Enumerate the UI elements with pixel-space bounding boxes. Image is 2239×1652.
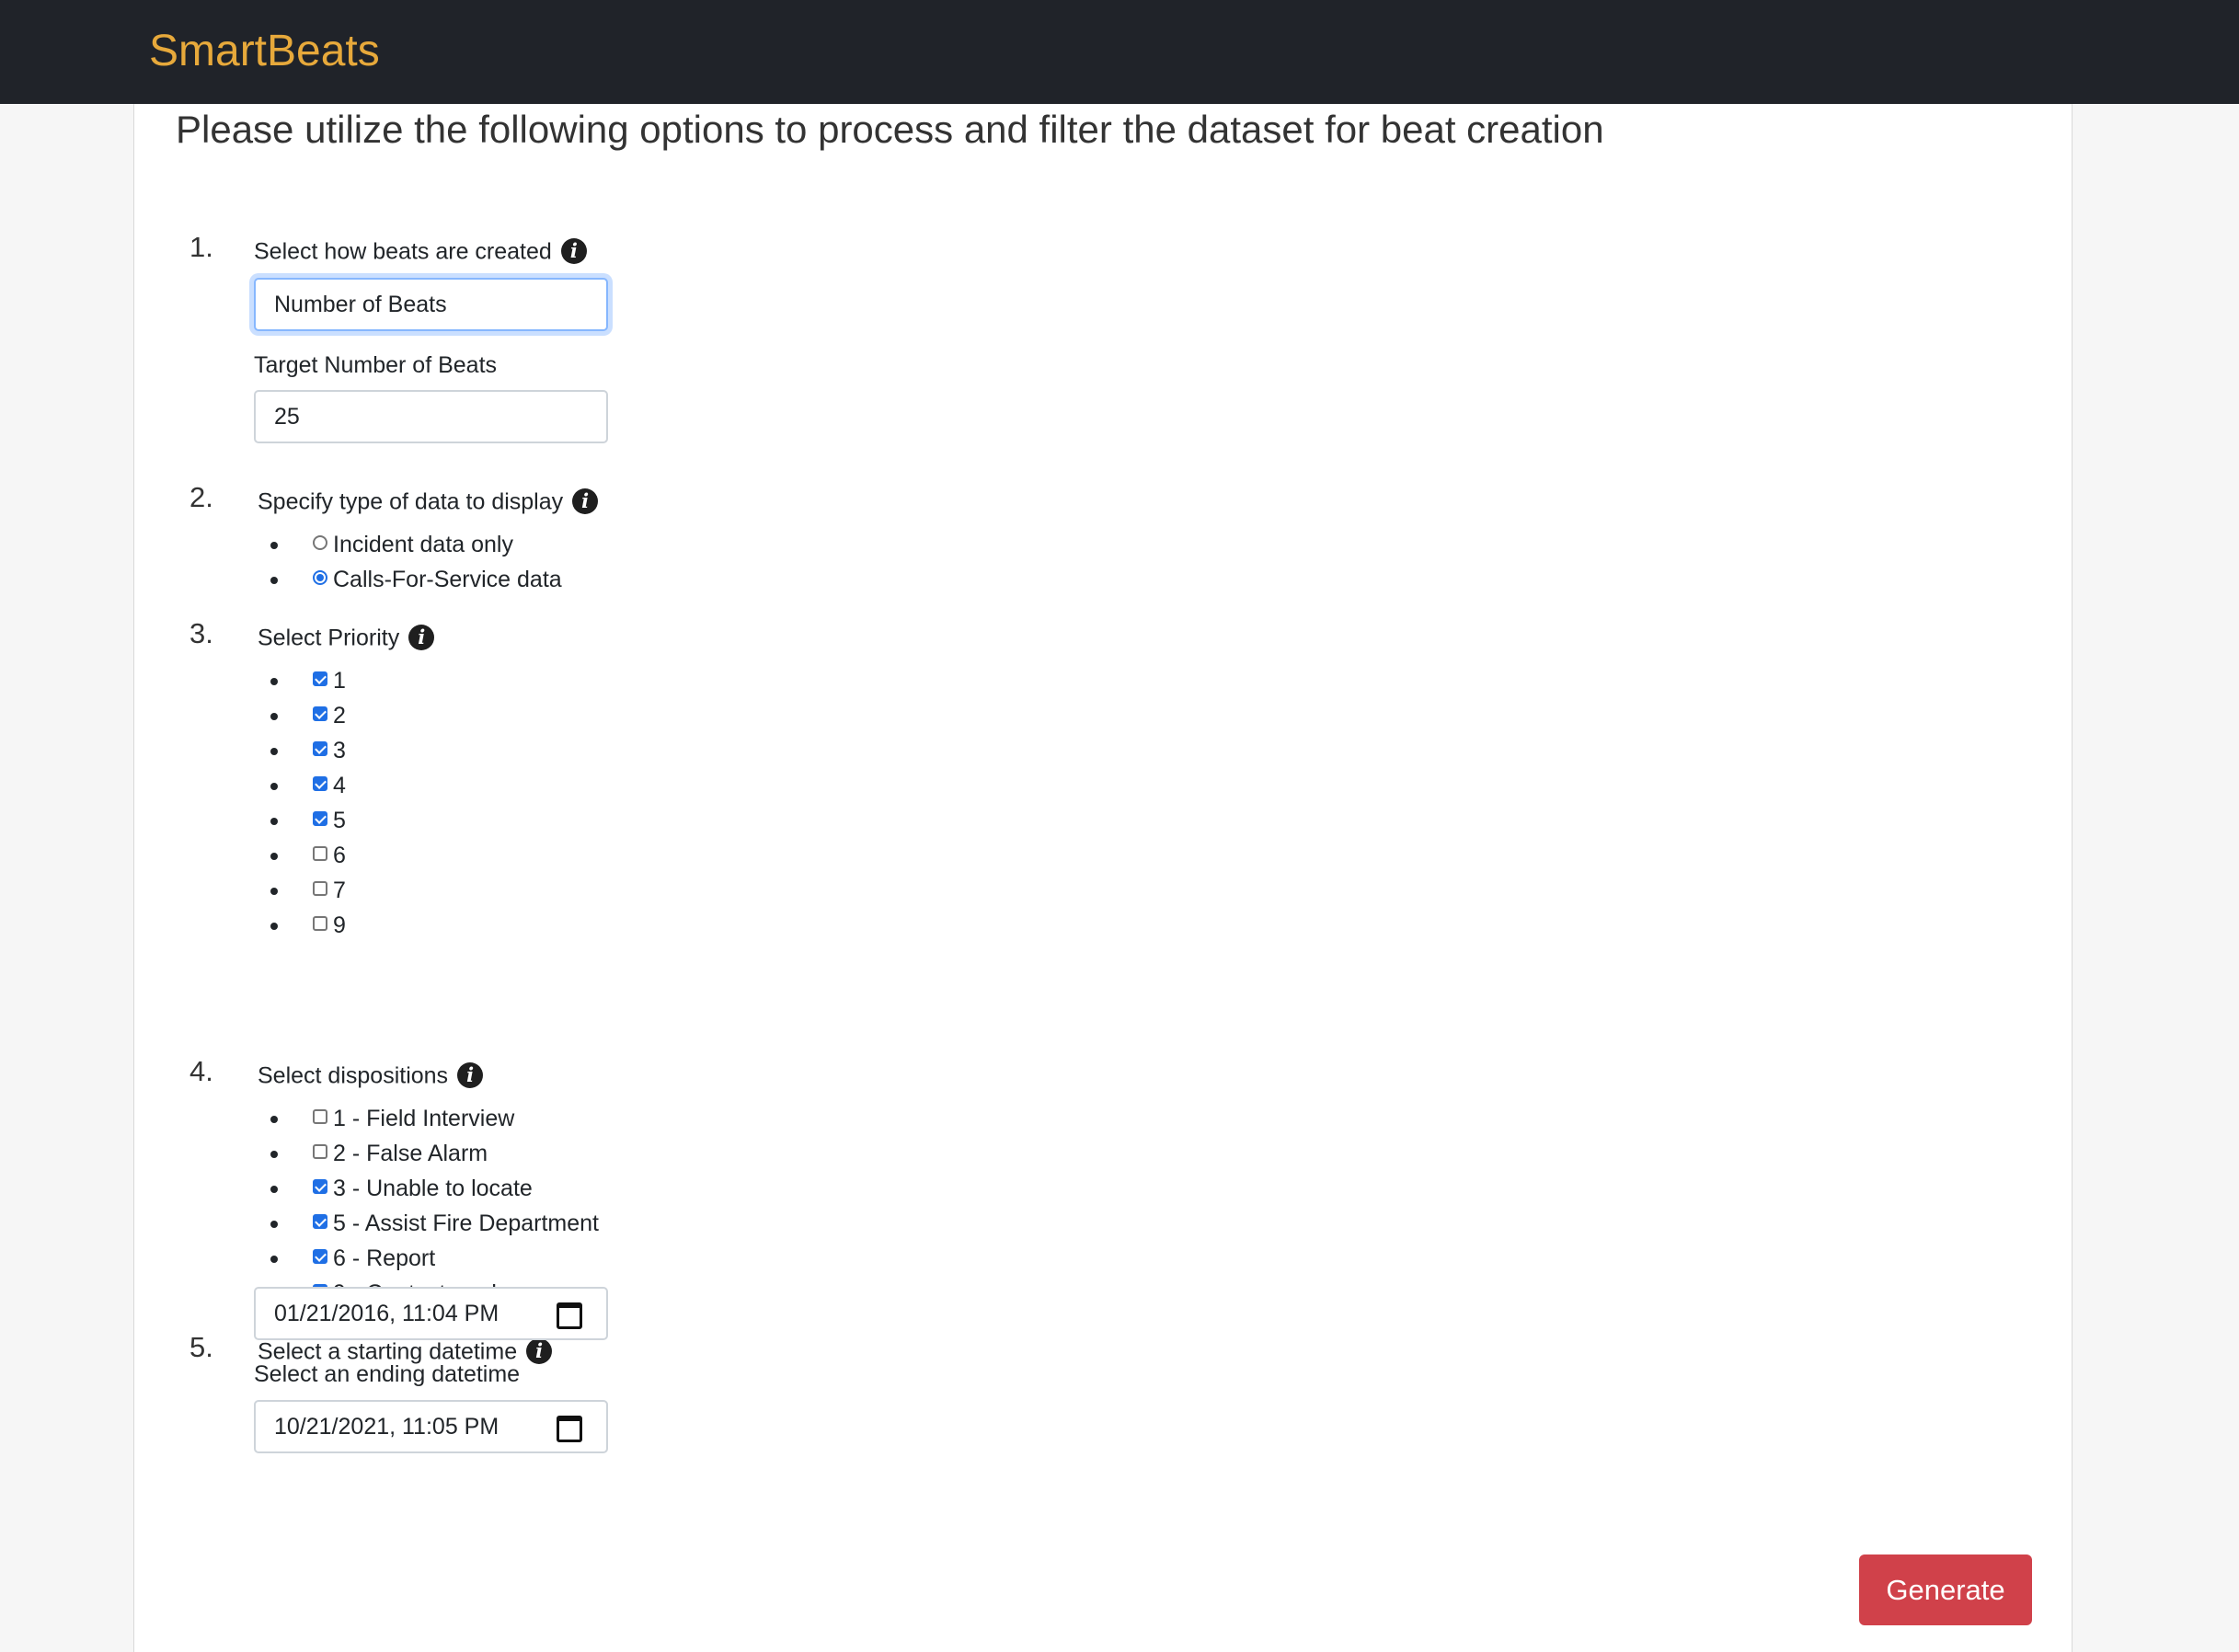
list-item[interactable]: Incident data only bbox=[267, 527, 562, 562]
end-datetime-label: Select an ending datetime bbox=[254, 1361, 521, 1387]
list-item[interactable]: 5 bbox=[267, 803, 346, 838]
radio-calls-for-service[interactable] bbox=[313, 570, 327, 586]
checkbox-label: 4 bbox=[333, 773, 346, 798]
list-item[interactable]: 7 bbox=[267, 873, 346, 908]
step-5-number: 5. bbox=[189, 1331, 213, 1363]
radio-label: Incident data only bbox=[333, 532, 513, 557]
step-3-label: Select Priority i bbox=[258, 622, 435, 652]
priority-checkbox[interactable] bbox=[313, 776, 327, 792]
end-datetime-input[interactable]: 10/21/2021, 11:05 PM bbox=[254, 1400, 608, 1453]
step-1-label: Select how beats are created i bbox=[254, 235, 587, 266]
info-icon[interactable]: i bbox=[457, 1062, 484, 1089]
list-item[interactable]: 6 bbox=[267, 838, 346, 873]
priority-checkbox-list: 1 2 3 4 5 6 7 9 bbox=[267, 663, 346, 943]
checkbox-label: 3 bbox=[333, 738, 346, 763]
list-item[interactable]: 4 bbox=[267, 768, 346, 803]
step-4-number: 4. bbox=[189, 1055, 213, 1087]
brand-logo[interactable]: SmartBeats bbox=[149, 24, 380, 79]
list-item[interactable]: 2 - False Alarm bbox=[267, 1136, 599, 1171]
priority-checkbox[interactable] bbox=[313, 671, 327, 687]
disposition-checkbox-list: 1 - Field Interview 2 - False Alarm 3 - … bbox=[267, 1101, 599, 1311]
info-icon[interactable]: i bbox=[526, 1338, 553, 1365]
info-icon[interactable]: i bbox=[572, 488, 599, 515]
checkbox-label: 9 bbox=[333, 912, 346, 938]
list-item[interactable]: 9 bbox=[267, 908, 346, 943]
step-1-label-text: Select how beats are created bbox=[254, 238, 552, 265]
target-beats-input[interactable]: 25 bbox=[254, 390, 608, 443]
checkbox-label: 5 - Assist Fire Department bbox=[333, 1210, 599, 1236]
priority-checkbox[interactable] bbox=[313, 881, 327, 897]
radio-label: Calls-For-Service data bbox=[333, 567, 562, 592]
end-datetime-value: 10/21/2021, 11:05 PM bbox=[274, 1414, 499, 1440]
priority-checkbox[interactable] bbox=[313, 706, 327, 722]
step-2-number: 2. bbox=[189, 481, 213, 513]
navbar: SmartBeats bbox=[0, 0, 2239, 104]
checkbox-label: 7 bbox=[333, 878, 346, 903]
checkbox-label: 2 - False Alarm bbox=[333, 1141, 488, 1166]
calendar-icon[interactable] bbox=[557, 1416, 582, 1442]
info-icon[interactable]: i bbox=[408, 625, 435, 651]
list-item[interactable]: 1 - Field Interview bbox=[267, 1101, 599, 1136]
step-4-label: Select dispositions i bbox=[258, 1060, 484, 1090]
list-item[interactable]: 3 - Unable to locate bbox=[267, 1171, 599, 1206]
checkbox-label: 5 bbox=[333, 808, 346, 833]
disposition-checkbox[interactable] bbox=[313, 1179, 327, 1195]
priority-checkbox[interactable] bbox=[313, 846, 327, 862]
options-panel: Please utilize the following options to … bbox=[133, 104, 2073, 1652]
checkbox-label: 1 - Field Interview bbox=[333, 1106, 515, 1131]
step-3-number: 3. bbox=[189, 617, 213, 649]
list-item[interactable]: 5 - Assist Fire Department bbox=[267, 1206, 599, 1241]
disposition-checkbox[interactable] bbox=[313, 1109, 327, 1125]
checkbox-label: 3 - Unable to locate bbox=[333, 1176, 533, 1201]
checkbox-label: 6 bbox=[333, 843, 346, 868]
disposition-checkbox[interactable] bbox=[313, 1144, 327, 1160]
list-item[interactable]: 1 bbox=[267, 663, 346, 698]
target-beats-label: Target Number of Beats bbox=[254, 352, 498, 378]
disposition-checkbox[interactable] bbox=[313, 1214, 327, 1230]
generate-button[interactable]: Generate bbox=[1859, 1554, 2032, 1625]
radio-incident[interactable] bbox=[313, 535, 327, 551]
checkbox-label: 1 bbox=[333, 668, 346, 694]
data-type-radio-list: Incident data only Calls-For-Service dat… bbox=[267, 527, 562, 597]
calendar-icon[interactable] bbox=[557, 1302, 582, 1329]
start-datetime-input[interactable]: 01/21/2016, 11:04 PM bbox=[254, 1287, 608, 1340]
list-item[interactable]: Calls-For-Service data bbox=[267, 562, 562, 597]
checkbox-label: 6 - Report bbox=[333, 1245, 436, 1271]
list-item[interactable]: 3 bbox=[267, 733, 346, 768]
list-item[interactable]: 6 - Report bbox=[267, 1241, 599, 1276]
step-2-label: Specify type of data to display i bbox=[258, 486, 599, 516]
start-datetime-value: 01/21/2016, 11:04 PM bbox=[274, 1301, 499, 1326]
beat-method-select[interactable]: Number of Beats bbox=[254, 278, 608, 331]
disposition-checkbox[interactable] bbox=[313, 1249, 327, 1265]
page-heading: Please utilize the following options to … bbox=[176, 108, 1604, 151]
step-1-number: 1. bbox=[189, 231, 213, 263]
step-4-label-text: Select dispositions bbox=[258, 1062, 449, 1089]
step-2-label-text: Specify type of data to display bbox=[258, 488, 564, 515]
priority-checkbox[interactable] bbox=[313, 811, 327, 827]
checkbox-label: 2 bbox=[333, 703, 346, 728]
list-item[interactable]: 2 bbox=[267, 698, 346, 733]
priority-checkbox[interactable] bbox=[313, 741, 327, 757]
priority-checkbox[interactable] bbox=[313, 916, 327, 932]
info-icon[interactable]: i bbox=[560, 238, 587, 265]
step-3-label-text: Select Priority bbox=[258, 625, 400, 651]
